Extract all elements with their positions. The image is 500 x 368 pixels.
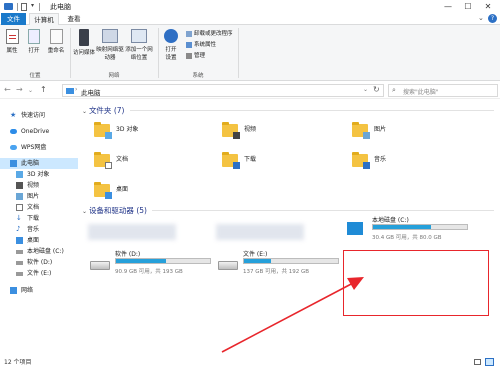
details-view-icon[interactable] — [474, 359, 481, 365]
annotation-arrow — [221, 277, 364, 353]
arrow-shaft — [221, 281, 356, 353]
status-bar: 12 个项目 — [0, 356, 500, 368]
item-count: 12 个项目 — [4, 359, 32, 366]
large-icons-view-icon[interactable] — [485, 358, 494, 366]
arrow-head — [347, 277, 364, 290]
